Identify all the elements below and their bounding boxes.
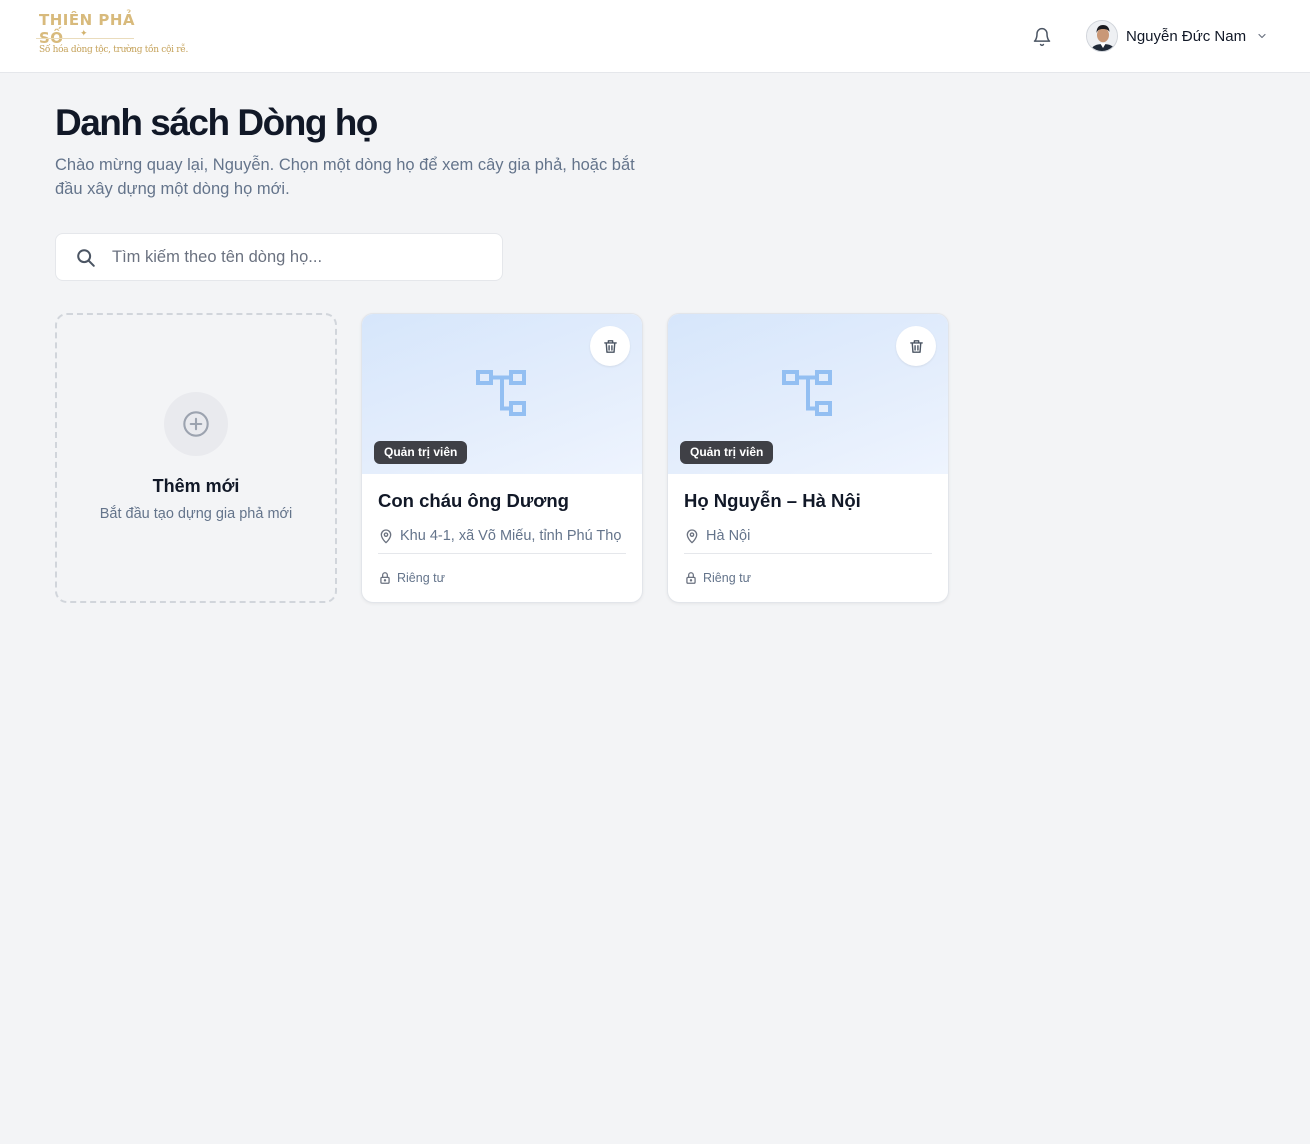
add-family-card[interactable]: Thêm mới Bắt đầu tạo dựng gia phả mới <box>55 313 337 603</box>
lock-icon <box>686 572 696 584</box>
lock-icon <box>380 572 390 584</box>
card-divider <box>684 553 932 554</box>
user-menu[interactable]: Nguyễn Đức Nam <box>1086 20 1270 52</box>
family-card[interactable]: Quản trị viên Con cháu ông Dương Khu 4-1… <box>361 313 643 603</box>
map-pin-icon <box>686 529 698 544</box>
user-name: Nguyễn Đức Nam <box>1126 27 1247 45</box>
family-name: Con cháu ông Dương <box>378 490 569 511</box>
privacy-status: Riêng tư <box>684 570 751 586</box>
role-badge: Quản trị viên <box>680 441 774 464</box>
map-pin-icon <box>380 529 392 544</box>
card-divider <box>378 553 626 554</box>
family-location: Khu 4-1, xã Võ Miếu, tỉnh Phú Thọ <box>378 526 634 546</box>
page-subtitle: Chào mừng quay lại, Nguyễn. Chọn một dòn… <box>55 156 635 198</box>
search-icon <box>77 249 95 267</box>
family-tree-icon <box>476 370 526 416</box>
add-card-title: Thêm mới <box>152 476 240 496</box>
search-box <box>55 233 503 281</box>
privacy-label: Riêng tư <box>397 571 445 585</box>
delete-button[interactable] <box>896 326 936 366</box>
plus-circle-icon <box>183 411 209 437</box>
add-icon-circle <box>164 392 228 456</box>
role-badge: Quản trị viên <box>374 441 468 464</box>
bell-icon <box>1033 27 1051 47</box>
chevron-down-icon <box>1256 29 1270 43</box>
card-banner: Quản trị viên <box>668 314 948 474</box>
trash-icon <box>909 339 923 353</box>
card-banner: Quản trị viên <box>362 314 642 474</box>
notification-button[interactable] <box>1029 24 1055 50</box>
location-text: Khu 4-1, xã Võ Miếu, tỉnh Phú Thọ <box>400 528 622 544</box>
sparkle-icon: ✦ <box>80 28 88 38</box>
location-text: Hà Nội <box>706 528 751 544</box>
user-avatar-icon <box>1087 21 1117 51</box>
privacy-label: Riêng tư <box>703 571 751 585</box>
family-tree-icon <box>782 370 832 416</box>
family-location: Hà Nội <box>684 526 940 546</box>
logo-divider <box>36 38 134 39</box>
page-title: Danh sách Dòng họ <box>55 102 378 143</box>
family-name: Họ Nguyễn – Hà Nội <box>684 490 861 511</box>
top-bar: THIÊN PHẢ SỐ ✦ Số hóa dòng tộc, trường t… <box>0 0 1310 73</box>
family-card[interactable]: Quản trị viên Họ Nguyễn – Hà Nội Hà Nội … <box>667 313 949 603</box>
trash-icon <box>603 339 617 353</box>
logo-title: THIÊN PHẢ SỐ <box>39 11 136 47</box>
logo-slogan: Số hóa dòng tộc, trường tồn cội rễ. <box>39 45 189 55</box>
app-logo[interactable]: THIÊN PHẢ SỐ ✦ Số hóa dòng tộc, trường t… <box>34 10 188 60</box>
search-input[interactable] <box>112 234 492 280</box>
avatar <box>1086 20 1118 52</box>
privacy-status: Riêng tư <box>378 570 445 586</box>
add-card-subtitle: Bắt đầu tạo dựng gia phả mới <box>99 506 293 522</box>
delete-button[interactable] <box>590 326 630 366</box>
